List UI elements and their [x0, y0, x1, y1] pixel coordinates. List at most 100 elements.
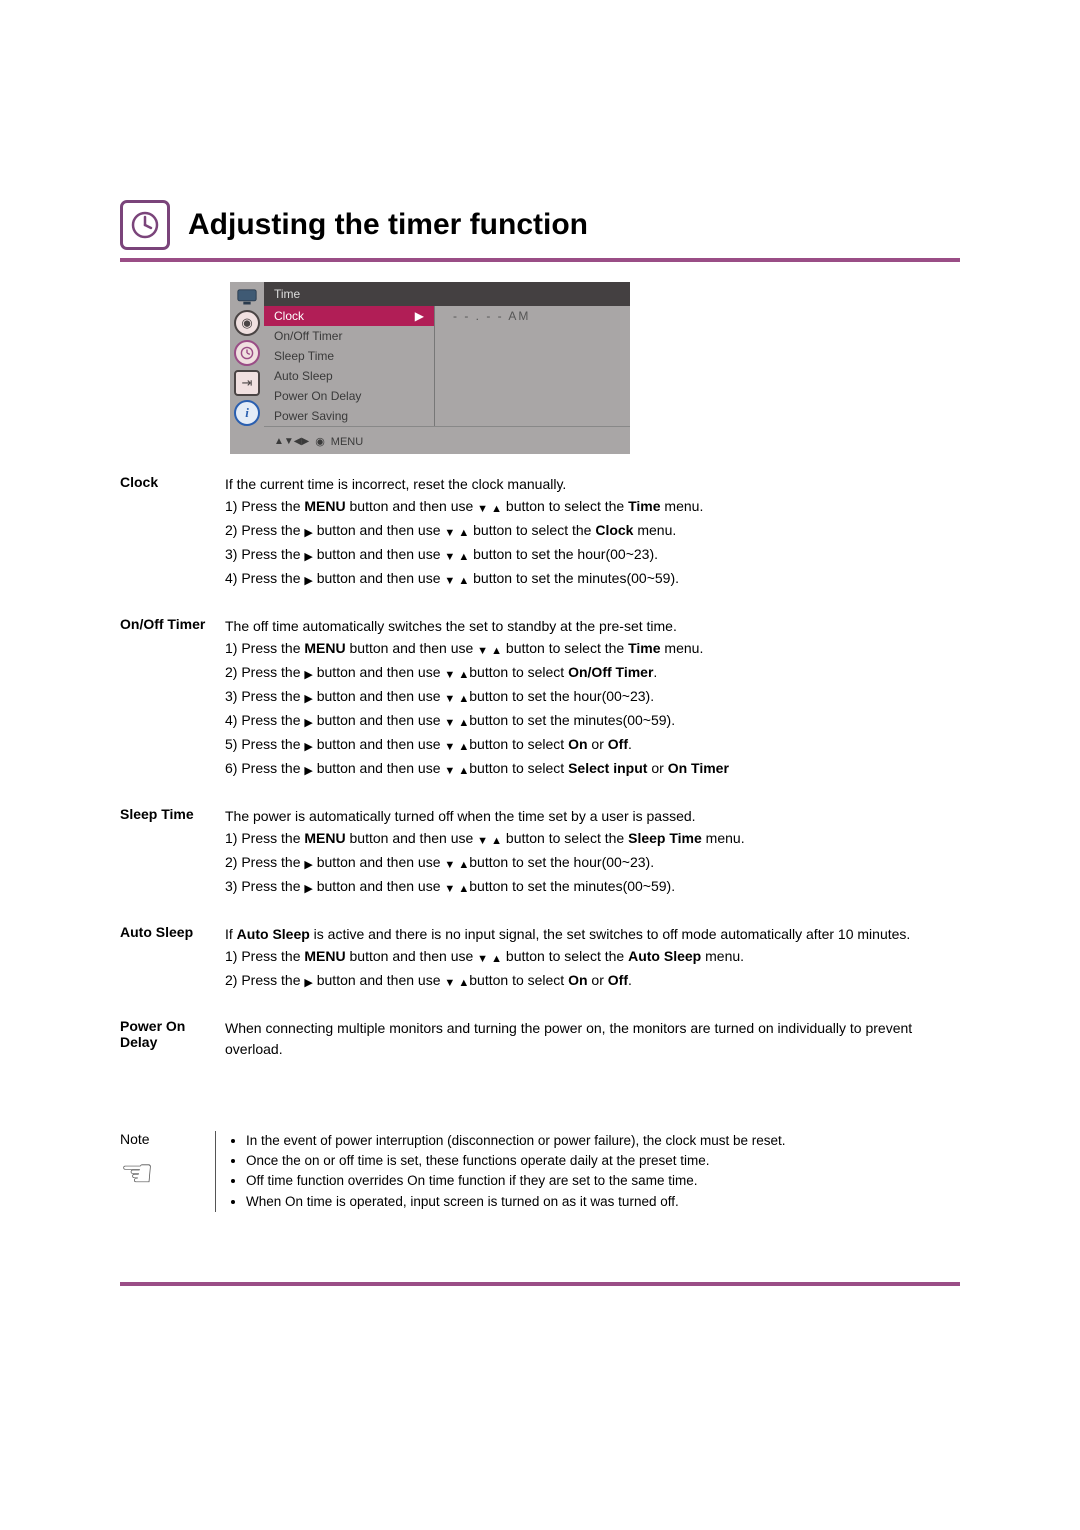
down-up-icon: ▼ ▲ [444, 882, 469, 898]
note-section: Note ☜ In the event of power interruptio… [120, 1131, 960, 1212]
osd-item-delay[interactable]: Power On Delay [264, 386, 434, 406]
section-onoff: On/Off Timer The off time automatically … [120, 616, 960, 782]
right-icon: ▶ [304, 740, 312, 756]
note-divider [215, 1131, 216, 1212]
step-1: 1) Press the MENU button and then use ▼ … [225, 946, 960, 968]
step-4: 4) Press the ▶ button and then use ▼ ▲bu… [225, 710, 960, 732]
step-1: 1) Press the MENU button and then use ▼ … [225, 496, 960, 518]
target-icon: ◉ [234, 310, 260, 336]
section-label: Power On Delay [120, 1018, 225, 1050]
title-underline [120, 258, 960, 262]
right-icon: ▶ [304, 668, 312, 684]
note-bullet: Off time function overrides On time func… [246, 1171, 960, 1191]
display-icon [236, 288, 258, 306]
section-body: The power is automatically turned off wh… [225, 806, 960, 900]
right-icon: ▶ [304, 764, 312, 780]
down-up-icon: ▼ ▲ [444, 740, 469, 756]
down-up-icon: ▼ ▲ [444, 976, 469, 992]
section-sleep: Sleep Time The power is automatically tu… [120, 806, 960, 900]
section-delay: Power On Delay When connecting multiple … [120, 1018, 960, 1061]
intro: If Auto Sleep is active and there is no … [225, 924, 960, 944]
step-4: 4) Press the ▶ button and then use ▼ ▲ b… [225, 568, 960, 590]
intro: If the current time is incorrect, reset … [225, 474, 960, 494]
note-body: In the event of power interruption (disc… [230, 1131, 960, 1212]
input-icon: ⇥ [234, 370, 260, 396]
osd-item-label: Clock [274, 309, 304, 323]
osd-item-list: Clock ▶ On/Off Timer Sleep Time Auto Sle… [264, 306, 434, 426]
note-bullet: In the event of power interruption (disc… [246, 1131, 960, 1151]
intro: The off time automatically switches the … [225, 616, 960, 636]
page-title: Adjusting the timer function [188, 208, 588, 242]
hand-icon: ☜ [120, 1155, 205, 1193]
step-2: 2) Press the ▶ button and then use ▼ ▲bu… [225, 662, 960, 684]
step-5: 5) Press the ▶ button and then use ▼ ▲bu… [225, 734, 960, 756]
intro: When connecting multiple monitors and tu… [225, 1018, 960, 1059]
osd-footer: ▲▼◀▶ ◉ MENU [264, 426, 630, 454]
osd-icon-strip: ◉ ⇥ i [230, 282, 264, 454]
osd-menu: ◉ ⇥ i Time Clock ▶ On/Off Timer [230, 282, 630, 454]
right-icon: ▶ [304, 882, 312, 898]
osd-item-auto[interactable]: Auto Sleep [264, 366, 434, 386]
down-up-icon: ▼ ▲ [444, 858, 469, 874]
step-2: 2) Press the ▶ button and then use ▼ ▲ b… [225, 520, 960, 542]
right-icon: ▶ [304, 858, 312, 874]
chevron-right-icon: ▶ [415, 309, 424, 323]
section-body: If the current time is incorrect, reset … [225, 474, 960, 592]
right-icon: ▶ [304, 526, 312, 542]
osd-value-column: - - . - - AM [434, 306, 630, 426]
section-auto: Auto Sleep If Auto Sleep is active and t… [120, 924, 960, 994]
osd-clock-value: - - . - - AM [435, 306, 630, 326]
step-1: 1) Press the MENU button and then use ▼ … [225, 828, 960, 850]
section-label: Auto Sleep [120, 924, 225, 940]
osd-item-saving[interactable]: Power Saving [264, 406, 434, 426]
section-label: Clock [120, 474, 225, 490]
step-6: 6) Press the ▶ button and then use ▼ ▲bu… [225, 758, 960, 780]
down-up-icon: ▼ ▲ [444, 668, 469, 684]
right-icon: ▶ [304, 976, 312, 992]
title-row: Adjusting the timer function [120, 200, 960, 250]
info-icon: i [234, 400, 260, 426]
down-up-icon: ▼ ▲ [477, 644, 502, 660]
step-3: 3) Press the ▶ button and then use ▼ ▲bu… [225, 876, 960, 898]
down-up-icon: ▼ ▲ [477, 834, 502, 850]
down-up-icon: ▼ ▲ [444, 692, 469, 708]
down-up-icon: ▼ ▲ [477, 502, 502, 518]
step-3: 3) Press the ▶ button and then use ▼ ▲bu… [225, 686, 960, 708]
nav-arrows-icon: ▲▼◀▶ [274, 436, 309, 447]
note-bullet: Once the on or off time is set, these fu… [246, 1151, 960, 1171]
down-up-icon: ▼ ▲ [444, 550, 469, 566]
down-up-icon: ▼ ▲ [444, 764, 469, 780]
osd-item-sleep[interactable]: Sleep Time [264, 346, 434, 366]
osd-footer-label: MENU [331, 436, 363, 448]
down-up-icon: ▼ ▲ [444, 574, 469, 590]
right-icon: ▶ [304, 574, 312, 590]
step-2: 2) Press the ▶ button and then use ▼ ▲bu… [225, 852, 960, 874]
section-body: When connecting multiple monitors and tu… [225, 1018, 960, 1061]
osd-item-onoff[interactable]: On/Off Timer [264, 326, 434, 346]
step-3: 3) Press the ▶ button and then use ▼ ▲ b… [225, 544, 960, 566]
timer-icon [234, 340, 260, 366]
section-clock: Clock If the current time is incorrect, … [120, 474, 960, 592]
section-label: Sleep Time [120, 806, 225, 822]
clock-icon [120, 200, 170, 250]
right-icon: ▶ [304, 716, 312, 732]
section-body: The off time automatically switches the … [225, 616, 960, 782]
osd-title: Time [264, 282, 630, 306]
note-bullet: When On time is operated, input screen i… [246, 1192, 960, 1212]
section-label: On/Off Timer [120, 616, 225, 632]
menu-dot-icon: ◉ [315, 435, 325, 448]
step-2: 2) Press the ▶ button and then use ▼ ▲bu… [225, 970, 960, 992]
note-label: Note [120, 1131, 205, 1147]
bottom-rule [120, 1282, 960, 1286]
down-up-icon: ▼ ▲ [444, 526, 469, 542]
osd-item-clock[interactable]: Clock ▶ [264, 306, 434, 326]
manual-page: Adjusting the timer function ◉ ⇥ i [0, 0, 1080, 1386]
right-icon: ▶ [304, 550, 312, 566]
intro: The power is automatically turned off wh… [225, 806, 960, 826]
step-1: 1) Press the MENU button and then use ▼ … [225, 638, 960, 660]
right-icon: ▶ [304, 692, 312, 708]
section-body: If Auto Sleep is active and there is no … [225, 924, 960, 994]
down-up-icon: ▼ ▲ [444, 716, 469, 732]
down-up-icon: ▼ ▲ [477, 952, 502, 968]
description-list: Clock If the current time is incorrect, … [120, 474, 960, 1061]
